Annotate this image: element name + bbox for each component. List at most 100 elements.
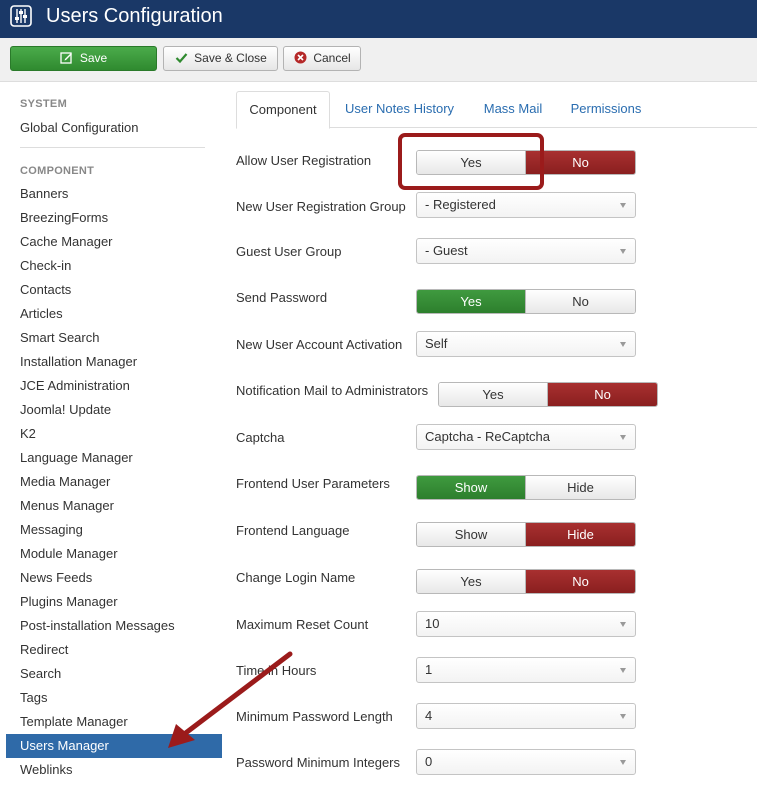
sidebar-item-k2[interactable]: K2 (20, 426, 36, 442)
activation-label: New User Account Activation (236, 337, 403, 352)
sidebar-item-tags[interactable]: Tags (20, 690, 47, 706)
caret-down-icon (620, 714, 626, 719)
save-label: Save (79, 51, 108, 65)
edit-icon (60, 47, 74, 70)
save-close-label: Save & Close (194, 51, 267, 65)
pw-min-int-label: Password Minimum Integers (236, 755, 400, 770)
sidebar: SYSTEM Global Configuration COMPONENT Ba… (0, 82, 222, 798)
select-value: 4 (425, 708, 433, 723)
change-login-option-yes[interactable]: Yes (417, 570, 526, 593)
notify-admin-option-no[interactable]: No (548, 383, 657, 406)
sidebar-item-redirect[interactable]: Redirect (20, 642, 68, 658)
sidebar-item-contacts[interactable]: Contacts (20, 282, 71, 298)
frontend-params-toggle: Show Hide (416, 475, 636, 500)
sidebar-item-news-feeds[interactable]: News Feeds (20, 570, 92, 586)
max-reset-select[interactable]: 10 (416, 611, 636, 637)
tab-mass-mail[interactable]: Mass Mail (474, 91, 552, 128)
frontend-params-option-show[interactable]: Show (417, 476, 526, 499)
sidebar-item-global-configuration[interactable]: Global Configuration (20, 120, 139, 136)
tab-user-notes-history[interactable]: User Notes History (337, 91, 462, 128)
cancel-label: Cancel (313, 51, 351, 65)
sidebar-header-system: SYSTEM (20, 98, 68, 110)
new-reg-group-select[interactable]: - Registered (416, 192, 636, 218)
sidebar-item-menus-manager[interactable]: Menus Manager (20, 498, 114, 514)
min-pw-len-label: Minimum Password Length (236, 709, 393, 724)
sidebar-item-plugins-manager[interactable]: Plugins Manager (20, 594, 118, 610)
captcha-label: Captcha (236, 430, 285, 445)
select-value: 1 (425, 662, 433, 677)
min-pw-len-select[interactable]: 4 (416, 703, 636, 729)
time-hours-label: Time in Hours (236, 663, 317, 678)
change-login-toggle: Yes No (416, 569, 636, 594)
select-value: Self (425, 336, 448, 351)
save-button[interactable]: Save (10, 46, 157, 71)
cancel-button[interactable]: Cancel (283, 46, 361, 71)
send-password-label: Send Password (236, 290, 328, 305)
frontend-lang-option-hide[interactable]: Hide (526, 523, 635, 546)
sidebar-header-component: COMPONENT (20, 165, 95, 177)
frontend-lang-option-show[interactable]: Show (417, 523, 526, 546)
select-value: 0 (425, 754, 433, 769)
sidebar-item-label: Users Manager (20, 738, 109, 753)
guest-group-select[interactable]: - Guest (416, 238, 636, 264)
caret-down-icon (620, 435, 626, 440)
change-login-label: Change Login Name (236, 570, 356, 585)
sidebar-item-template-manager[interactable]: Template Manager (20, 714, 128, 730)
page-title: Users Configuration (46, 5, 223, 27)
allow-reg-label: Allow User Registration (236, 153, 372, 168)
notify-admin-option-yes[interactable]: Yes (439, 383, 548, 406)
sidebar-item-check-in[interactable]: Check-in (20, 258, 71, 274)
sidebar-item-smart-search[interactable]: Smart Search (20, 330, 99, 346)
sidebar-item-installation-manager[interactable]: Installation Manager (20, 354, 137, 370)
select-value: - Guest (425, 243, 468, 258)
time-hours-select[interactable]: 1 (416, 657, 636, 683)
sidebar-item-media-manager[interactable]: Media Manager (20, 474, 110, 490)
send-password-toggle: Yes No (416, 289, 636, 314)
select-value: Captcha - ReCaptcha (425, 429, 551, 444)
sidebar-item-banners[interactable]: Banners (20, 186, 68, 202)
frontend-lang-toggle: Show Hide (416, 522, 636, 547)
header-bar: Users Configuration (0, 0, 757, 38)
select-value: 10 (425, 616, 440, 631)
sidebar-item-cache-manager[interactable]: Cache Manager (20, 234, 113, 250)
change-login-option-no[interactable]: No (526, 570, 635, 593)
sidebar-item-users-manager[interactable]: Users Manager (6, 734, 222, 758)
caret-down-icon (620, 760, 626, 765)
send-password-option-no[interactable]: No (526, 290, 635, 313)
notify-admin-toggle: Yes No (438, 382, 658, 407)
sidebar-item-weblinks[interactable]: Weblinks (20, 762, 73, 778)
tab-component[interactable]: Component (236, 91, 330, 129)
frontend-params-label: Frontend User Parameters (236, 476, 390, 491)
captcha-select[interactable]: Captcha - ReCaptcha (416, 424, 636, 450)
new-reg-group-label: New User Registration Group (236, 199, 406, 214)
pw-min-int-select[interactable]: 0 (416, 749, 636, 775)
cancel-circle-icon (293, 47, 307, 70)
caret-down-icon (620, 249, 626, 254)
sidebar-item-articles[interactable]: Articles (20, 306, 63, 322)
caret-down-icon (620, 668, 626, 673)
frontend-params-option-hide[interactable]: Hide (526, 476, 635, 499)
sidebar-item-module-manager[interactable]: Module Manager (20, 546, 118, 562)
save-close-button[interactable]: Save & Close (163, 46, 278, 71)
sidebar-item-post-installation-messages[interactable]: Post-installation Messages (20, 618, 175, 634)
sidebar-item-messaging[interactable]: Messaging (20, 522, 83, 538)
select-value: - Registered (425, 197, 496, 212)
frontend-lang-label: Frontend Language (236, 523, 350, 538)
check-icon (174, 47, 188, 70)
sidebar-item-joomla-update[interactable]: Joomla! Update (20, 402, 111, 418)
sidebar-item-jce-administration[interactable]: JCE Administration (20, 378, 130, 394)
send-password-option-yes[interactable]: Yes (417, 290, 526, 313)
config-tabs: Component User Notes History Mass Mail P… (236, 91, 757, 129)
max-reset-label: Maximum Reset Count (236, 617, 369, 632)
sidebar-item-search[interactable]: Search (20, 666, 61, 682)
caret-down-icon (620, 342, 626, 347)
sidebar-item-breezingforms[interactable]: BreezingForms (20, 210, 108, 226)
tab-permissions[interactable]: Permissions (562, 91, 650, 128)
notify-admin-label: Notification Mail to Administrators (236, 383, 429, 398)
caret-down-icon (620, 622, 626, 627)
caret-down-icon (620, 203, 626, 208)
activation-select[interactable]: Self (416, 331, 636, 357)
sidebar-divider (20, 147, 205, 148)
guest-group-label: Guest User Group (236, 244, 342, 259)
sidebar-item-language-manager[interactable]: Language Manager (20, 450, 133, 466)
